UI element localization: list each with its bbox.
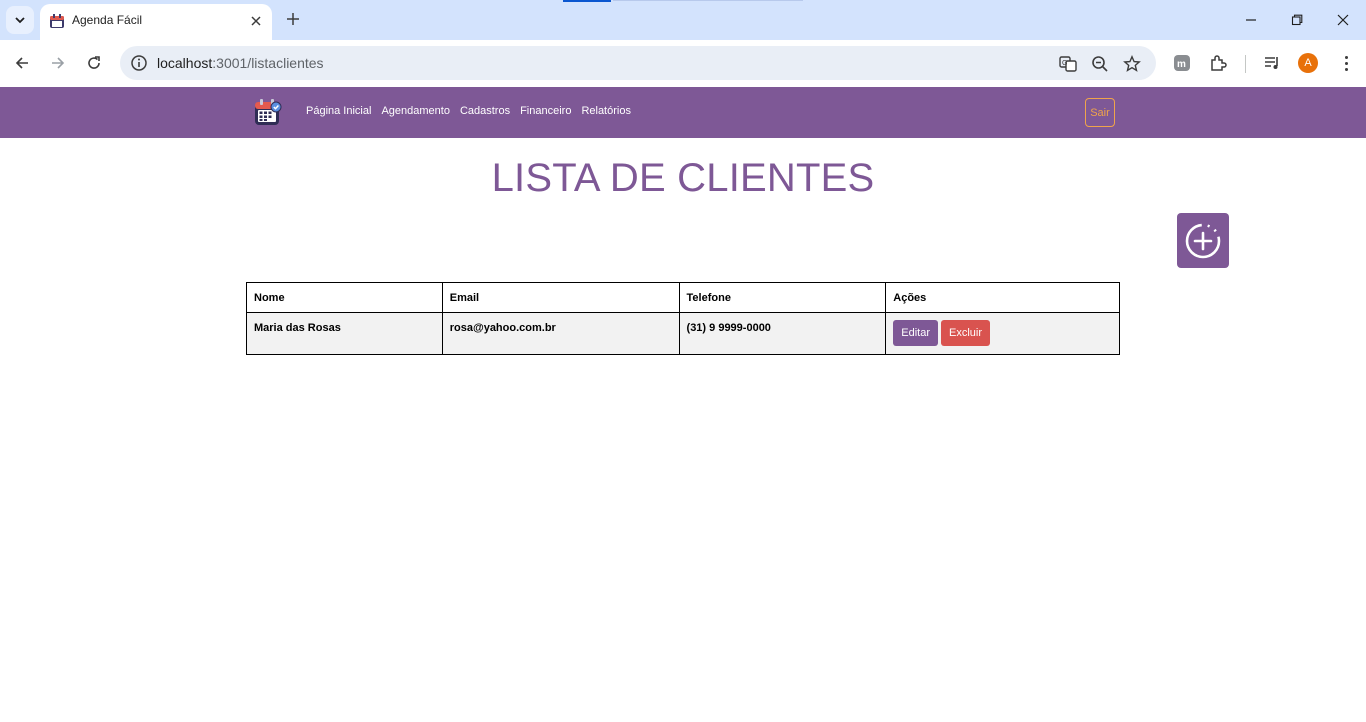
svg-text:G: G (1062, 60, 1067, 67)
main-menu: Página Inicial Agendamento Cadastros Fin… (306, 105, 631, 117)
clients-table: Nome Email Telefone Ações Maria das Rosa… (246, 282, 1120, 355)
nav-link-scheduling[interactable]: Agendamento (381, 105, 450, 117)
nav-link-home[interactable]: Página Inicial (306, 105, 371, 117)
bookmark-star-icon[interactable] (1122, 54, 1142, 74)
tab-indicator-secondary (613, 0, 803, 1)
cell-phone: (31) 9 9999-0000 (678, 312, 887, 355)
nav-link-reports[interactable]: Relatórios (581, 105, 631, 117)
reload-icon[interactable] (82, 51, 106, 75)
tab-indicator (563, 0, 611, 2)
cell-email: rosa@yahoo.com.br (441, 312, 680, 355)
forward-arrow-icon[interactable] (46, 51, 70, 75)
edit-button[interactable]: Editar (893, 320, 939, 346)
cell-actions: Editar Excluir (885, 312, 1120, 355)
site-info-icon[interactable] (130, 54, 148, 72)
profile-avatar[interactable]: A (1298, 53, 1318, 73)
address-bar[interactable]: localhost:3001/listaclientes G (120, 46, 1156, 80)
table-row: Maria das Rosas rosa@yahoo.com.br (31) 9… (246, 312, 1120, 355)
column-header-name: Nome (246, 282, 443, 313)
svg-text:m: m (1177, 59, 1186, 70)
close-tab-icon[interactable] (246, 11, 266, 31)
extension-m-icon[interactable]: m (1171, 52, 1193, 74)
new-tab-plus-icon[interactable] (282, 8, 304, 30)
calendar-favicon-icon (50, 14, 64, 28)
browser-tabstrip: Agenda Fácil (0, 0, 1366, 40)
column-header-email: Email (441, 282, 680, 313)
url-text[interactable]: localhost:3001/listaclientes (157, 55, 324, 71)
nav-link-registrations[interactable]: Cadastros (460, 105, 510, 117)
close-window-icon[interactable] (1331, 8, 1355, 32)
back-arrow-icon[interactable] (10, 51, 34, 75)
add-client-button[interactable] (1177, 213, 1229, 268)
translate-icon[interactable]: G (1058, 54, 1078, 74)
url-path: :3001/listaclientes (212, 55, 324, 71)
browser-toolbar: localhost:3001/listaclientes G m A (0, 40, 1366, 87)
logout-button[interactable]: Sair (1085, 98, 1115, 127)
media-controls-icon[interactable] (1261, 52, 1283, 74)
zoom-out-icon[interactable] (1090, 54, 1110, 74)
page-title: LISTA DE CLIENTES (491, 156, 875, 200)
chevron-down-icon (15, 17, 25, 24)
nav-link-financial[interactable]: Financeiro (520, 105, 571, 117)
minimize-window-icon[interactable] (1239, 8, 1263, 32)
url-host: localhost (157, 55, 213, 71)
toolbar-separator (1245, 55, 1246, 73)
tab-search-button[interactable] (6, 6, 34, 34)
table-header-row: Nome Email Telefone Ações (246, 282, 1120, 313)
cell-name: Maria das Rosas (246, 312, 443, 355)
column-header-actions: Ações (885, 282, 1120, 313)
calendar-logo-icon[interactable] (253, 97, 283, 127)
tab-title: Agenda Fácil (72, 13, 143, 27)
extensions-puzzle-icon[interactable] (1207, 52, 1229, 74)
restore-window-icon[interactable] (1285, 8, 1309, 32)
app-navbar: Página Inicial Agendamento Cadastros Fin… (0, 87, 1366, 138)
browser-menu-icon[interactable] (1336, 52, 1356, 74)
browser-tab[interactable]: Agenda Fácil (40, 4, 272, 40)
add-circle-icon (1185, 223, 1221, 258)
delete-button[interactable]: Excluir (941, 320, 991, 346)
column-header-phone: Telefone (678, 282, 887, 313)
